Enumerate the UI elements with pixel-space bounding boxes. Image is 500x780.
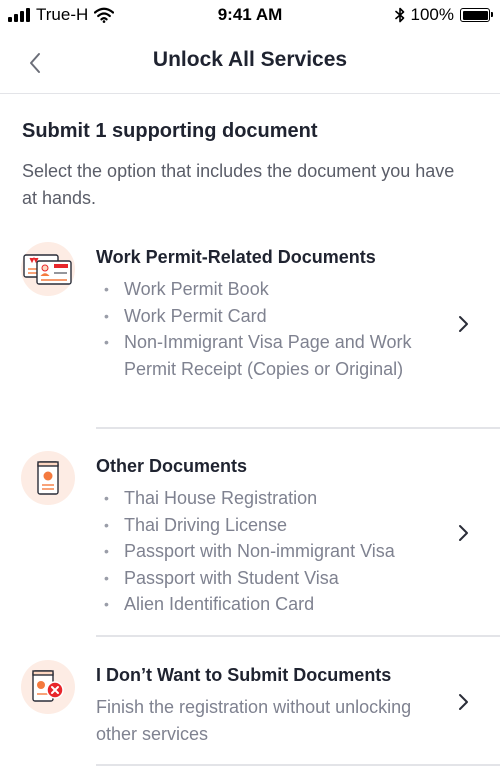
option-title: Other Documents xyxy=(96,456,248,476)
list-item: Passport with Student Visa xyxy=(96,565,446,592)
option-no-documents[interactable]: I Don’t Want to Submit Documents Finish … xyxy=(0,660,500,766)
passport-book-icon xyxy=(21,451,75,505)
option-body: I Don’t Want to Submit Documents Finish … xyxy=(96,664,446,747)
chevron-right-icon xyxy=(459,316,468,332)
work-permit-card-icon xyxy=(21,242,75,296)
option-body: Work Permit-Related Documents Work Permi… xyxy=(96,246,446,382)
divider xyxy=(96,635,500,637)
list-item: Passport with Non-immigrant Visa xyxy=(96,538,446,565)
list-item: Work Permit Book xyxy=(96,276,446,303)
list-item: Alien Identification Card xyxy=(96,591,446,618)
document-list: Work Permit Book Work Permit Card Non-Im… xyxy=(96,276,446,382)
option-work-permit-documents[interactable]: Work Permit-Related Documents Work Permi… xyxy=(0,242,500,429)
battery-percent: 100% xyxy=(410,5,454,24)
navigation-bar: Unlock All Services xyxy=(0,30,500,94)
status-bar: True-H 9:41 AM 100% xyxy=(0,0,500,30)
list-item: Work Permit Card xyxy=(96,303,446,330)
option-title: I Don’t Want to Submit Documents xyxy=(96,665,392,685)
chevron-right-icon xyxy=(459,525,468,541)
document-declined-icon xyxy=(21,660,75,714)
document-list: Thai House Registration Thai Driving Lic… xyxy=(96,485,446,618)
bluetooth-icon xyxy=(394,7,404,23)
battery-icon xyxy=(460,8,493,22)
list-item: Thai House Registration xyxy=(96,485,446,512)
list-item: Thai Driving License xyxy=(96,512,446,539)
divider xyxy=(96,427,500,429)
divider xyxy=(96,764,500,766)
status-right: 100% xyxy=(394,5,493,25)
section-subtitle: Select the option that includes the docu… xyxy=(22,161,455,208)
list-item: Non-Immigrant Visa Page and Work Permit … xyxy=(96,329,446,382)
option-other-documents[interactable]: Other Documents Thai House Registration … xyxy=(0,451,500,637)
option-description: Finish the registration without unlockin… xyxy=(96,697,412,744)
option-title: Work Permit-Related Documents xyxy=(96,247,376,267)
page-title: Unlock All Services xyxy=(152,48,348,71)
option-body: Other Documents Thai House Registration … xyxy=(96,455,446,618)
battery-level xyxy=(462,10,488,20)
section-title: Submit 1 supporting document xyxy=(22,120,318,142)
chevron-right-icon xyxy=(459,694,468,710)
